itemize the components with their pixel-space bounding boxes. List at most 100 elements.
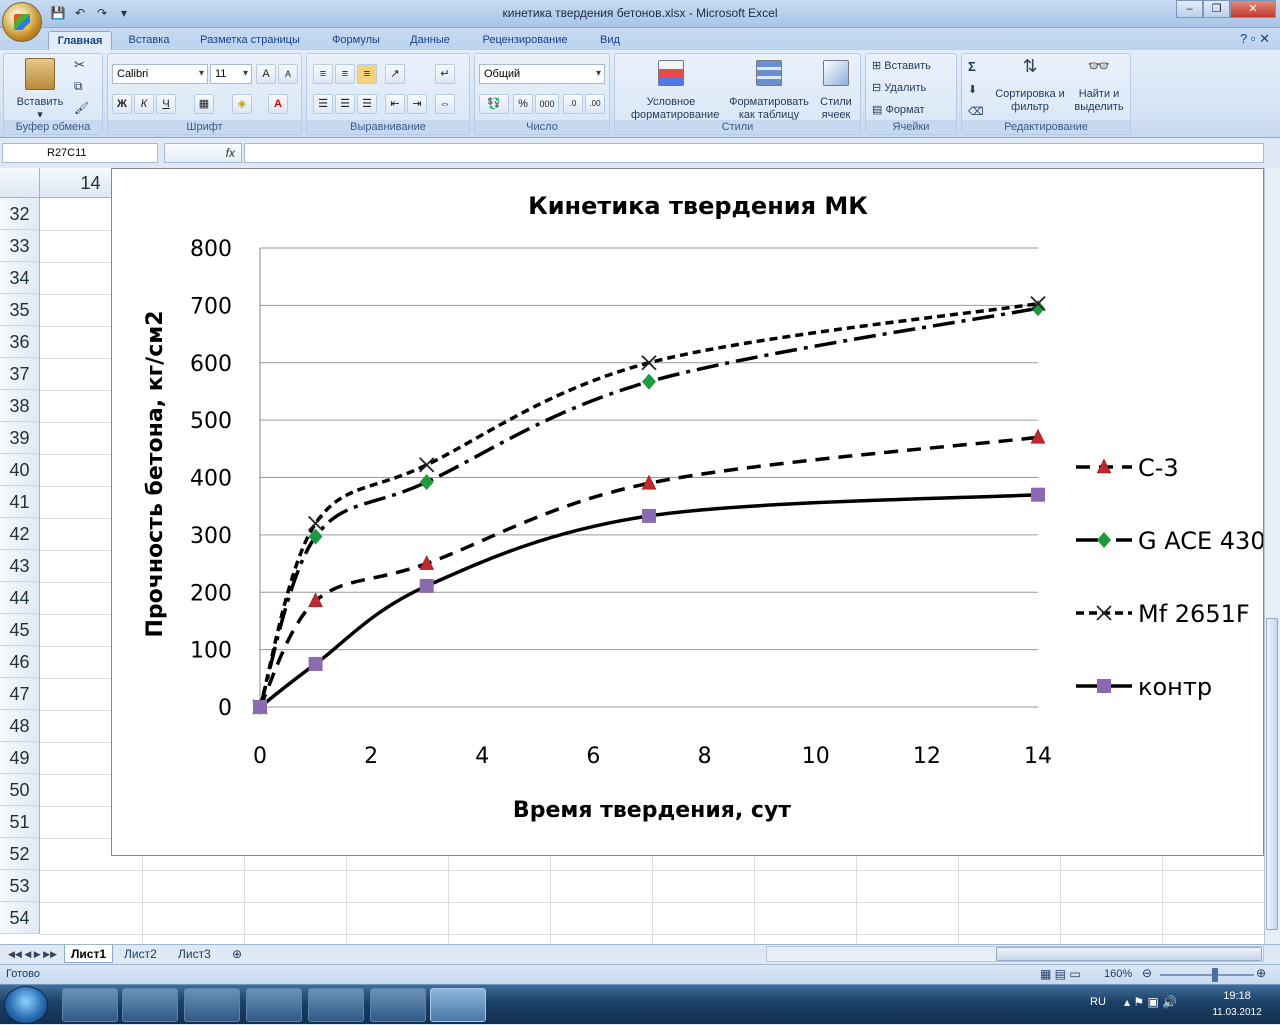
chart[interactable]: Кинетика твердения МК 0 100 200 300 400 500 60… — [111, 168, 1264, 856]
browser-taskbar-icon[interactable] — [246, 988, 302, 1022]
row-header[interactable]: 33 — [0, 230, 40, 262]
zoom-level[interactable]: 160% — [1104, 968, 1132, 980]
row-header[interactable]: 53 — [0, 870, 40, 902]
wrap-text-icon[interactable]: ↵ — [435, 64, 455, 84]
format-as-table-button[interactable]: Форматировать как таблицу — [723, 60, 815, 122]
clock-time[interactable]: 19:18 — [1212, 990, 1262, 1002]
fill-icon[interactable]: ⬇ — [968, 84, 977, 97]
row-header[interactable]: 52 — [0, 838, 40, 870]
tab-data[interactable]: Данные — [400, 31, 460, 50]
horizontal-scroll-thumb[interactable] — [996, 947, 1262, 961]
media-player-taskbar-icon[interactable] — [184, 988, 240, 1022]
merge-cells-icon[interactable]: ⇔ — [435, 94, 455, 114]
sheet-tab-1[interactable]: Лист1 — [64, 945, 114, 963]
tab-view[interactable]: Вид — [590, 31, 630, 50]
row-header[interactable]: 51 — [0, 806, 40, 838]
autosum-button[interactable]: Σ — [968, 60, 976, 73]
decrease-font-icon[interactable]: A — [278, 64, 298, 84]
copy-icon[interactable]: ⧉ — [74, 80, 83, 93]
align-bottom-icon[interactable]: ≡ — [357, 64, 377, 84]
select-all-corner[interactable] — [0, 168, 40, 198]
row-header[interactable]: 37 — [0, 358, 40, 390]
increase-font-icon[interactable]: A — [256, 64, 276, 84]
tray-icons[interactable]: ▴ ⚑ ▣ 🔊 — [1124, 995, 1177, 1009]
vertical-scroll-thumb[interactable] — [1266, 618, 1278, 930]
row-header[interactable]: 44 — [0, 582, 40, 614]
explorer-taskbar-icon[interactable] — [62, 988, 118, 1022]
fill-color-icon[interactable]: ◈ — [232, 94, 252, 114]
start-button[interactable] — [4, 986, 48, 1024]
row-header[interactable]: 45 — [0, 614, 40, 646]
zoom-in-icon[interactable]: ⊕ — [1256, 966, 1266, 980]
firefox-taskbar-icon[interactable] — [122, 988, 178, 1022]
thousands-button[interactable]: 000 — [535, 94, 559, 114]
row-header[interactable]: 39 — [0, 422, 40, 454]
currency-icon[interactable]: 💱 — [479, 94, 509, 114]
row-header[interactable]: 36 — [0, 326, 40, 358]
tab-insert[interactable]: Вставка — [118, 31, 180, 50]
italic-button[interactable]: К — [134, 94, 154, 114]
align-right-icon[interactable]: ☰ — [357, 94, 377, 114]
borders-icon[interactable]: ▦ — [194, 94, 214, 114]
tab-page-layout[interactable]: Разметка страницы — [190, 31, 310, 50]
decrease-decimal-icon[interactable]: .00 — [585, 94, 605, 114]
minimize-button[interactable]: – — [1176, 0, 1203, 18]
row-header[interactable]: 32 — [0, 198, 40, 230]
conditional-formatting-button[interactable]: Условное форматирование — [619, 60, 723, 122]
tab-formulas[interactable]: Формулы — [322, 31, 390, 50]
row-header[interactable]: 38 — [0, 390, 40, 422]
row-header[interactable]: 49 — [0, 742, 40, 774]
row-header[interactable]: 34 — [0, 262, 40, 294]
word-taskbar-icon[interactable] — [370, 988, 426, 1022]
view-buttons-icon[interactable]: ▦ ▤ ▭ — [1040, 967, 1081, 981]
format-cells-button[interactable]: ▤ Формат — [872, 104, 925, 117]
decrease-indent-icon[interactable]: ⇤ — [385, 94, 405, 114]
row-header[interactable]: 35 — [0, 294, 40, 326]
zoom-thumb[interactable] — [1212, 968, 1218, 982]
align-center-icon[interactable]: ☰ — [335, 94, 355, 114]
row-header[interactable]: 42 — [0, 518, 40, 550]
insert-function-button[interactable]: fx — [164, 143, 242, 163]
new-sheet-icon[interactable]: ⊕ — [226, 945, 248, 963]
align-left-icon[interactable]: ☰ — [313, 94, 333, 114]
sheet-nav-icon[interactable]: ◀◀ ◀ ▶ ▶▶ — [2, 945, 63, 963]
formula-input[interactable] — [244, 143, 1264, 163]
align-top-icon[interactable]: ≡ — [313, 64, 333, 84]
align-middle-icon[interactable]: ≡ — [335, 64, 355, 84]
font-size-select[interactable]: 11 — [210, 64, 252, 84]
format-painter-icon[interactable]: 🖌 — [74, 102, 89, 115]
close-button[interactable]: ✕ — [1230, 0, 1276, 18]
name-box[interactable]: R27C11 — [2, 143, 158, 163]
paste-button[interactable]: Вставить ▾ — [10, 58, 70, 122]
sort-filter-button[interactable]: ⇅ Сортировка и фильтр — [994, 57, 1066, 114]
zoom-slider[interactable]: ⊖ ⊕ — [1142, 966, 1272, 982]
row-header[interactable]: 40 — [0, 454, 40, 486]
help-icon[interactable]: ? ▫ ✕ — [1240, 31, 1270, 47]
percent-button[interactable]: % — [513, 94, 533, 114]
row-header[interactable]: 47 — [0, 678, 40, 710]
increase-decimal-icon[interactable]: .0 — [563, 94, 583, 114]
row-header[interactable]: 46 — [0, 646, 40, 678]
bold-button[interactable]: Ж — [112, 94, 132, 114]
cell-styles-button[interactable]: Стили ячеек — [813, 60, 859, 122]
row-header[interactable]: 43 — [0, 550, 40, 582]
increase-indent-icon[interactable]: ⇥ — [407, 94, 427, 114]
tab-review[interactable]: Рецензирование — [470, 31, 580, 50]
cut-icon[interactable]: ✂ — [74, 58, 85, 71]
app-taskbar-icon[interactable] — [308, 988, 364, 1022]
zoom-out-icon[interactable]: ⊖ — [1142, 966, 1152, 980]
font-color-icon[interactable]: A — [268, 94, 288, 114]
orientation-icon[interactable]: ↗ — [385, 64, 405, 84]
language-indicator[interactable]: RU — [1090, 996, 1106, 1008]
number-format-select[interactable]: Общий — [479, 64, 605, 84]
row-header[interactable]: 41 — [0, 486, 40, 518]
office-button[interactable] — [2, 2, 42, 42]
row-header[interactable]: 50 — [0, 774, 40, 806]
find-select-button[interactable]: 👓 Найти и выделить — [1068, 57, 1130, 114]
delete-cells-button[interactable]: ⊟ Удалить — [872, 82, 926, 95]
excel-taskbar-icon[interactable] — [430, 988, 486, 1022]
underline-button[interactable]: Ч — [156, 94, 176, 114]
sheet-tab-2[interactable]: Лист2 — [118, 945, 163, 963]
row-header[interactable]: 54 — [0, 902, 40, 934]
row-header[interactable]: 48 — [0, 710, 40, 742]
